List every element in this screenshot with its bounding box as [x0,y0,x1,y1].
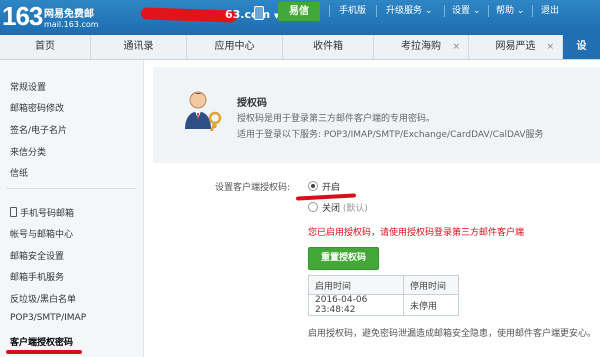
radio-enable[interactable]: 开启 [308,180,340,193]
logo-domain: mail.163.com [44,20,99,29]
sidebar-item-label: 手机号码邮箱 [20,209,75,219]
sidebar-item-mobile-mail[interactable]: 手机号码邮箱 [10,206,74,219]
yixin-label: 易信 [289,6,309,17]
yixin-button[interactable]: 易信 [278,2,320,21]
radio-unchecked-icon[interactable] [308,202,318,212]
tab-label: 考拉海购 [401,41,441,52]
sidebar-item-security[interactable]: 邮箱安全设置 [10,249,64,262]
tab-label: 设 [576,41,587,52]
sidebar-item-signature[interactable]: 签名/电子名片 [10,123,67,136]
user-key-icon [185,91,222,131]
column-header-enabled: 启用时间 [308,275,404,295]
sidebar-item-pop3[interactable]: POP3/SMTP/IMAP [10,313,86,323]
tab-home[interactable]: 首页 [0,35,91,59]
tab-label: 通讯录 [123,41,154,52]
highlight-underline [295,193,357,201]
sidebar-item-antispam[interactable]: 反垃圾/黑白名单 [10,292,76,305]
table-row: 2016-04-06 23:48:42 未停用 [308,294,459,316]
nav-settings-label: 设置 [452,6,471,16]
tab-inbox[interactable]: 收件箱 [283,35,374,59]
tab-label: 收件箱 [313,41,343,52]
sidebar-item-account-center[interactable]: 帐号与邮箱中心 [10,227,73,240]
column-header-disabled: 停用时间 [403,275,459,295]
sidebar-item-mobile-service[interactable]: 邮箱手机服务 [10,270,64,283]
sidebar-item-filters[interactable]: 来信分类 [10,145,46,158]
nav-mobile[interactable]: 手机版 [339,5,366,17]
sidebar-item-password[interactable]: 邮箱密码修改 [10,101,64,114]
enabled-time: 2016-04-06 23:48:42 [308,294,404,316]
tab-label: 首页 [35,41,55,52]
logo-text[interactable]: 网易免费邮 [44,5,94,20]
enabled-notice: 您已启用授权码，请使用授权码登录第三方邮件客户端 [308,228,525,238]
radio-disable-label: 关闭 [322,204,341,214]
mobile-phone-icon [10,207,17,217]
disabled-time: 未停用 [403,294,459,316]
tab-label: 网易严选 [495,41,536,52]
close-icon[interactable]: × [452,35,460,59]
table-header-row: 启用时间 停用时间 [308,275,459,295]
chevron-down-icon: ⌄ [424,6,433,16]
nav-help-label: 帮助 [496,6,515,16]
nav-settings[interactable]: 设置 ⌄ [452,5,480,17]
info-header: 授权码 授权码是用于登录第三方邮件客户端的专用密码。 适用于登录以下服务: PO… [153,67,600,163]
top-bar: 163 网易免费邮 mail.163.com 63.com ▼ 易信 手机版 升… [0,0,600,35]
sidebar-divider [6,188,136,189]
auth-description: 授权码是用于登录第三方邮件客户端的专用密码。 [237,114,436,124]
logo-number[interactable]: 163 [2,1,43,32]
settings-sidebar: 常规设置 邮箱密码修改 签名/电子名片 来信分类 信纸 手机号码邮箱 帐号与邮箱… [0,60,144,357]
radio-disable[interactable]: 关闭 (默认) [308,201,368,214]
close-icon[interactable]: × [546,35,554,59]
nav-upgrade-label: 升级服务 [386,6,423,16]
radio-checked-icon[interactable] [308,181,318,191]
page-title: 授权码 [237,98,267,109]
tab-settings[interactable]: 设 [563,35,600,59]
highlight-underline [6,350,82,354]
auth-setting-label: 设置客户端授权码: [215,183,291,193]
auth-history-table: 启用时间 停用时间 2016-04-06 23:48:42 未停用 [308,275,459,316]
sidebar-item-stationery[interactable]: 信纸 [10,166,28,179]
sidebar-item-client-auth[interactable]: 客户端授权密码 [10,335,73,348]
chevron-down-icon: ⌄ [516,6,525,16]
chevron-down-icon: ⌄ [472,6,481,16]
tab-yanxuan[interactable]: 网易严选 × [469,35,563,59]
tab-kaola[interactable]: 考拉海购 × [374,35,469,59]
supported-services: 适用于登录以下服务: POP3/IMAP/SMTP/Exchange/CardD… [237,130,544,140]
mobile-phone-icon[interactable] [254,6,264,20]
radio-enable-label: 开启 [322,183,341,193]
tab-app-center[interactable]: 应用中心 [187,35,283,59]
security-footnote: 启用授权码，避免密码泄漏造成邮箱安全隐患，使用邮件客户端更安心。 [308,329,597,339]
tab-label: 应用中心 [214,41,255,52]
default-hint: (默认) [342,204,368,214]
reset-auth-code-button[interactable]: 重置授权码 [308,247,379,270]
tab-bar: 首页 通讯录 应用中心 收件箱 考拉海购 × 网易严选 × 设 [0,35,600,60]
nav-logout[interactable]: 退出 [541,5,559,17]
nav-upgrade[interactable]: 升级服务 ⌄ [386,5,432,17]
nav-help[interactable]: 帮助 ⌄ [496,5,524,17]
tab-contacts[interactable]: 通讯录 [91,35,187,59]
account-suffix: 63.com [225,8,271,21]
main-content: 授权码 授权码是用于登录第三方邮件客户端的专用密码。 适用于登录以下服务: PO… [144,60,600,357]
sidebar-item-general[interactable]: 常规设置 [10,80,46,93]
